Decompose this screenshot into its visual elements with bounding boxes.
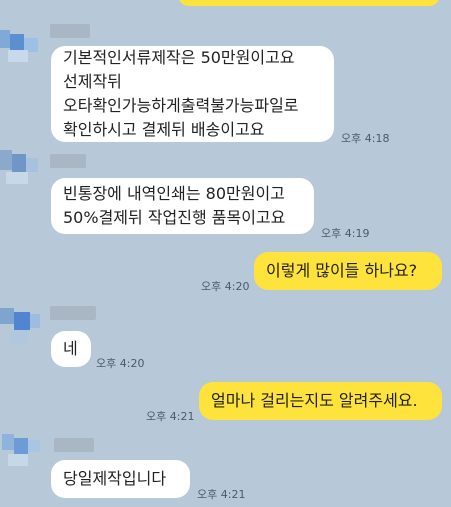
sender-name-redacted bbox=[50, 24, 90, 38]
sender-avatar[interactable] bbox=[0, 146, 48, 194]
sender-avatar[interactable] bbox=[0, 298, 48, 346]
message-bubble-incoming[interactable]: 당일제작입니다 bbox=[51, 460, 190, 498]
sender-name-redacted bbox=[50, 306, 96, 320]
message-bubble-incoming[interactable]: 네 bbox=[51, 331, 91, 367]
message-timestamp: 오후 4:21 bbox=[146, 410, 195, 423]
message-timestamp: 오후 4:19 bbox=[321, 227, 370, 240]
sender-name-redacted bbox=[54, 438, 94, 452]
sender-avatar[interactable] bbox=[0, 430, 48, 478]
message-bubble-outgoing[interactable]: 이렇게 많이들 하나요? bbox=[254, 252, 442, 290]
sender-avatar[interactable] bbox=[0, 24, 48, 72]
message-timestamp: 오후 4:21 bbox=[197, 488, 246, 501]
message-bubble-incoming[interactable]: 기본적인서류제작은 50만원이고요 선제작뒤 오타확인가능하게출력불가능파일로 … bbox=[51, 46, 334, 142]
message-bubble-outgoing[interactable]: 얼마나 걸리는지도 알려주세요. bbox=[199, 382, 442, 420]
message-timestamp: 오후 4:20 bbox=[96, 357, 145, 370]
chat-area: 기본적인서류제작은 50만원이고요 선제작뒤 오타확인가능하게출력불가능파일로 … bbox=[0, 0, 451, 507]
message-timestamp: 오후 4:20 bbox=[201, 280, 250, 293]
message-timestamp: 오후 4:18 bbox=[341, 132, 390, 145]
previous-message-bubble-clipped[interactable] bbox=[178, 0, 440, 6]
message-bubble-incoming[interactable]: 빈통장에 내역인쇄는 80만원이고 50%결제뒤 작업진행 품목이고요 bbox=[51, 178, 314, 234]
sender-name-redacted bbox=[50, 154, 86, 168]
